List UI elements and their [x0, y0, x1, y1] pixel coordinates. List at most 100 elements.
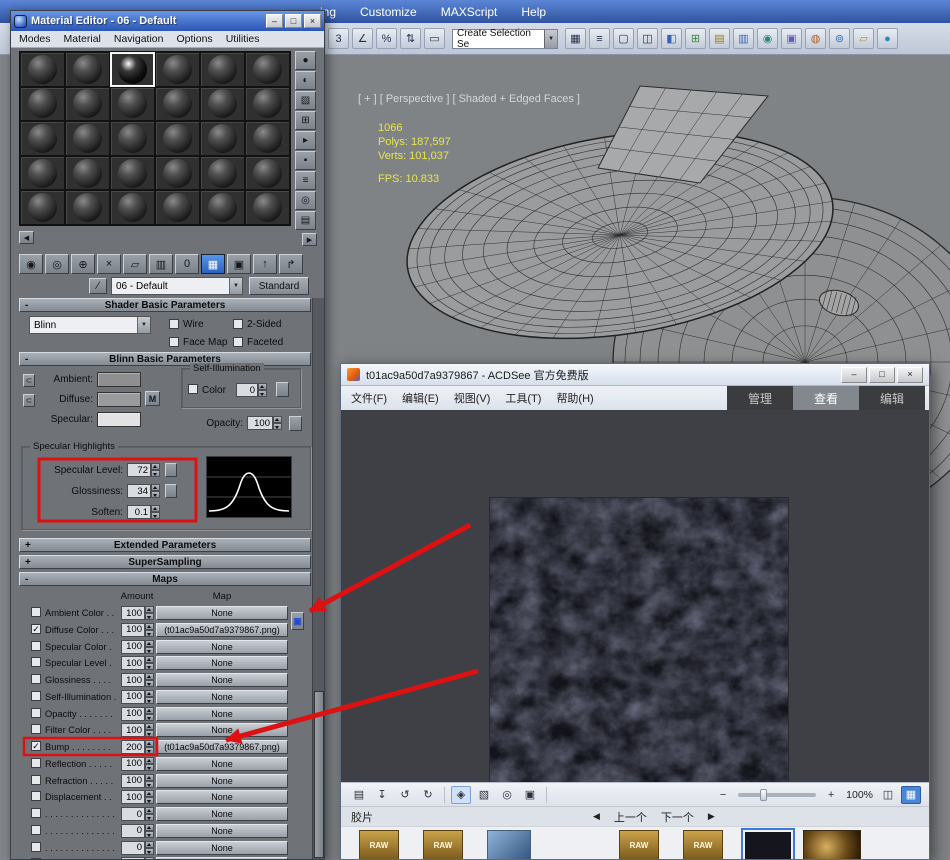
material-slot[interactable]: [110, 52, 155, 87]
chevron-down-icon[interactable]: ▼: [544, 30, 557, 48]
amount-value[interactable]: 100: [121, 656, 145, 670]
spinner-snap-icon[interactable]: ⇅: [400, 28, 421, 49]
specular-level-spinner[interactable]: [151, 463, 160, 477]
zoom-out-button[interactable]: −: [713, 786, 733, 804]
diffuse-specular-lock-button[interactable]: ⊂: [23, 394, 35, 407]
map-checkbox[interactable]: [31, 607, 41, 617]
material-slot[interactable]: [20, 52, 65, 87]
opacity-spinner[interactable]: [273, 416, 282, 430]
rollout-expander-icon[interactable]: +: [25, 557, 31, 568]
filmstrip-thumbnail[interactable]: [803, 830, 861, 860]
map-button[interactable]: None: [156, 824, 288, 838]
filmstrip-thumbnail[interactable]: RAW: [423, 830, 463, 860]
window-crossing-icon[interactable]: ◫: [637, 28, 658, 49]
named-selection-icon[interactable]: ▭: [424, 28, 445, 49]
rendered-frame-icon[interactable]: ▱: [853, 28, 874, 49]
material-slot[interactable]: [245, 87, 290, 122]
chevron-down-icon[interactable]: ▼: [229, 278, 242, 294]
menu-item[interactable]: 编辑(E): [402, 390, 439, 406]
previous-button[interactable]: 上一个: [614, 809, 647, 825]
amount-value[interactable]: 100: [121, 707, 145, 721]
map-checkbox[interactable]: [31, 674, 41, 684]
map-button[interactable]: None: [156, 673, 288, 687]
map-button[interactable]: None: [156, 774, 288, 788]
amount-spinner[interactable]: [145, 740, 154, 754]
selection-region-icon[interactable]: ▢: [613, 28, 634, 49]
self-illum-spinner[interactable]: [258, 383, 267, 397]
material-slot[interactable]: [20, 156, 65, 191]
amount-value[interactable]: 100: [121, 690, 145, 704]
wire-checkbox[interactable]: [169, 319, 179, 329]
amount-spinner[interactable]: [145, 707, 154, 721]
rollout-blinn-basic-parameters[interactable]: - Blinn Basic Parameters: [19, 352, 311, 366]
ambient-diffuse-lock-button[interactable]: ⊂: [23, 374, 35, 387]
map-checkbox[interactable]: [31, 808, 41, 818]
material-name-dropdown[interactable]: 06 - Default ▼: [111, 277, 243, 295]
menu-item-material[interactable]: Material: [64, 33, 101, 45]
tab-查看[interactable]: 查看: [793, 386, 859, 410]
rollout-extended-parameters[interactable]: + Extended Parameters: [19, 538, 311, 552]
amount-value[interactable]: 100: [121, 673, 145, 687]
go-to-parent-icon[interactable]: ↑: [253, 254, 277, 274]
zoom-tool-icon[interactable]: ◎: [497, 786, 517, 804]
rollout-supersampling[interactable]: + SuperSampling: [19, 555, 311, 569]
map-checkbox[interactable]: [31, 724, 41, 734]
minimize-button[interactable]: –: [266, 14, 283, 28]
material-slot[interactable]: [65, 156, 110, 191]
align-icon[interactable]: ⊞: [685, 28, 706, 49]
material-slot[interactable]: [245, 156, 290, 191]
material-slot[interactable]: [200, 87, 245, 122]
scrollbar-thumb[interactable]: [314, 691, 324, 858]
close-button[interactable]: ×: [897, 367, 923, 383]
diffuse-color-swatch[interactable]: [97, 392, 141, 407]
amount-spinner[interactable]: [145, 606, 154, 620]
amount-spinner[interactable]: [145, 807, 154, 821]
material-slot[interactable]: [155, 190, 200, 225]
map-checkbox[interactable]: [31, 758, 41, 768]
percent-snap-icon[interactable]: %: [376, 28, 397, 49]
map-button[interactable]: None: [156, 656, 288, 670]
amount-spinner[interactable]: [145, 841, 154, 855]
assign-material-to-selection-icon[interactable]: ⊕: [71, 254, 95, 274]
menu-item[interactable]: 视图(V): [454, 390, 491, 406]
acdsee-image-area[interactable]: [341, 410, 929, 782]
menu-item[interactable]: 帮助(H): [556, 390, 593, 406]
close-button[interactable]: ×: [304, 14, 321, 28]
faceted-checkbox[interactable]: [233, 337, 243, 347]
render-setup-icon[interactable]: ⊚: [829, 28, 850, 49]
show-map-in-viewport-icon[interactable]: ▦: [201, 254, 225, 274]
map-button[interactable]: None: [156, 790, 288, 804]
map-checkbox[interactable]: [31, 825, 41, 835]
map-button[interactable]: None: [156, 707, 288, 721]
graphite-ribbon-icon[interactable]: ▥: [733, 28, 754, 49]
filmstrip-thumbnail[interactable]: RAW: [619, 830, 659, 860]
amount-spinner[interactable]: [145, 656, 154, 670]
selection-filter-icon[interactable]: ▦: [565, 28, 586, 49]
amount-spinner[interactable]: [145, 673, 154, 687]
minimize-button[interactable]: –: [841, 367, 867, 383]
background-icon[interactable]: ▨: [295, 91, 316, 110]
map-checkbox[interactable]: ✓: [31, 741, 41, 751]
menu-item[interactable]: 工具(T): [505, 390, 541, 406]
amount-value[interactable]: 0: [121, 841, 145, 855]
material-slot[interactable]: [20, 121, 65, 156]
ambient-diffuse-map-lock-button[interactable]: ▣: [291, 612, 304, 630]
amount-value[interactable]: 100: [121, 757, 145, 771]
select-by-material-icon[interactable]: ◎: [295, 191, 316, 210]
map-checkbox[interactable]: [31, 641, 41, 651]
rollout-expander-icon[interactable]: -: [25, 300, 28, 311]
material-slot[interactable]: [155, 121, 200, 156]
menu-item[interactable]: 文件(F): [351, 390, 387, 406]
actual-size-icon[interactable]: ▣: [520, 786, 540, 804]
material-slot[interactable]: [200, 121, 245, 156]
material-editor-titlebar[interactable]: Material Editor - 06 - Default –□×: [11, 11, 324, 31]
amount-value[interactable]: 200: [121, 740, 145, 754]
maximize-button[interactable]: □: [285, 14, 302, 28]
material-id-channel-icon[interactable]: 0: [175, 254, 199, 274]
material-editor-icon[interactable]: ◍: [805, 28, 826, 49]
texture-image[interactable]: [489, 497, 789, 782]
map-button[interactable]: (t01ac9a50d7a9379867.png): [156, 740, 288, 754]
map-checkbox[interactable]: ✓: [31, 624, 41, 634]
tab-编辑[interactable]: 编辑: [859, 386, 925, 410]
opacity-value[interactable]: 100: [247, 416, 273, 430]
